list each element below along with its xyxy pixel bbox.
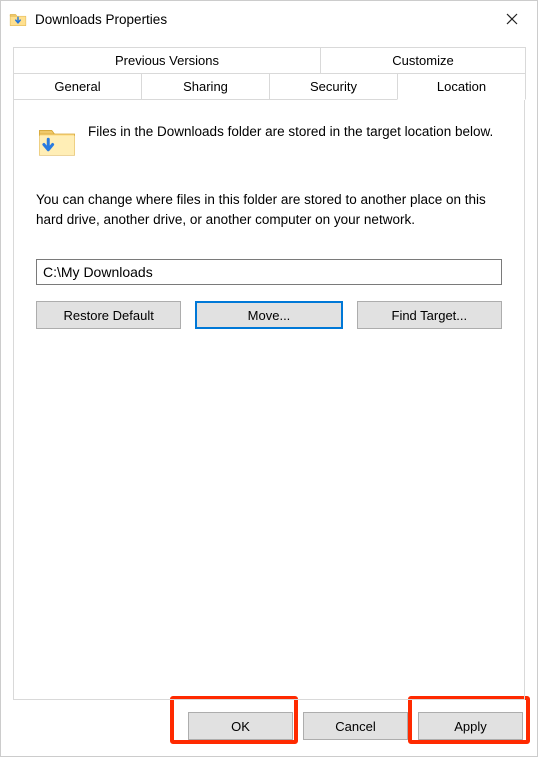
tab-location[interactable]: Location — [397, 73, 526, 100]
location-path-input[interactable] — [36, 259, 502, 285]
properties-dialog: Downloads Properties Previous Versions C… — [0, 0, 538, 757]
tab-general[interactable]: General — [13, 73, 142, 100]
location-description-2: You can change where files in this folde… — [36, 190, 502, 229]
window-title: Downloads Properties — [35, 12, 489, 27]
ok-button[interactable]: OK — [188, 712, 293, 740]
tab-previous-versions[interactable]: Previous Versions — [13, 47, 321, 73]
tab-panel-location: Files in the Downloads folder are stored… — [13, 99, 525, 700]
cancel-button[interactable]: Cancel — [303, 712, 408, 740]
apply-button[interactable]: Apply — [418, 712, 523, 740]
downloads-folder-icon — [9, 10, 27, 28]
find-target-button[interactable]: Find Target... — [357, 301, 502, 329]
dialog-body: Previous Versions Customize General Shar… — [1, 37, 537, 700]
dialog-footer: OK Cancel Apply — [1, 700, 537, 756]
tab-customize[interactable]: Customize — [320, 47, 526, 73]
tab-security[interactable]: Security — [269, 73, 398, 100]
location-description-1: Files in the Downloads folder are stored… — [88, 120, 493, 142]
tab-sharing[interactable]: Sharing — [141, 73, 270, 100]
restore-default-button[interactable]: Restore Default — [36, 301, 181, 329]
downloads-folder-large-icon — [36, 120, 78, 162]
move-button[interactable]: Move... — [195, 301, 342, 329]
titlebar: Downloads Properties — [1, 1, 537, 37]
tab-strip: Previous Versions Customize General Shar… — [13, 47, 525, 100]
close-button[interactable] — [489, 3, 535, 35]
location-button-row: Restore Default Move... Find Target... — [36, 301, 502, 329]
